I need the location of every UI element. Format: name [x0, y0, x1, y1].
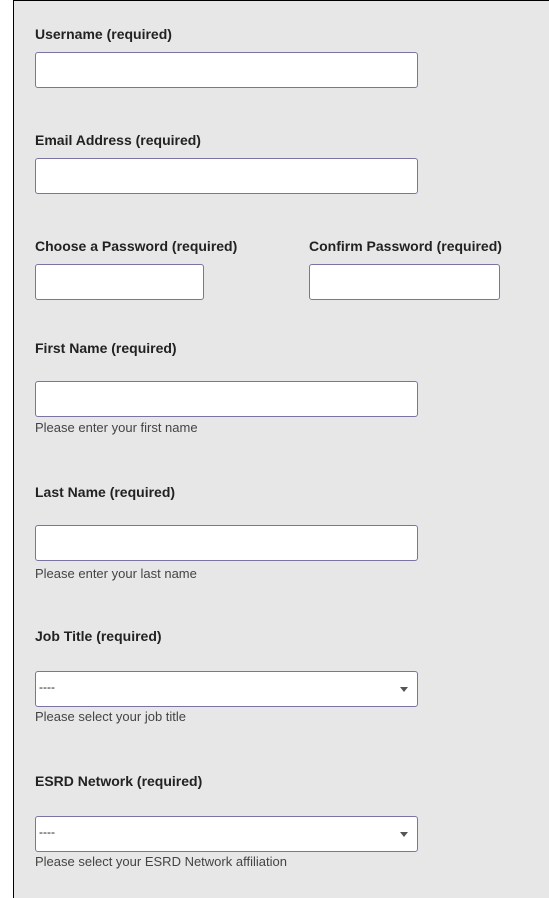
first-name-label: First Name (required)	[35, 340, 177, 356]
esrd-network-label: ESRD Network (required)	[35, 773, 203, 789]
password-field[interactable]	[35, 264, 204, 300]
last-name-help-text: Please enter your last name	[35, 566, 197, 581]
confirm-password-field[interactable]	[309, 264, 500, 300]
confirm-password-label: Confirm Password (required)	[309, 238, 502, 254]
email-field[interactable]	[35, 158, 418, 194]
username-field[interactable]	[35, 52, 418, 88]
job-title-selected-value: ----	[39, 680, 55, 694]
last-name-field[interactable]	[35, 525, 418, 561]
job-title-help-text: Please select your job title	[35, 709, 187, 724]
job-title-label: Job Title (required)	[35, 628, 162, 644]
password-label: Choose a Password (required)	[35, 238, 238, 254]
esrd-network-selected-value: ----	[39, 825, 55, 839]
esrd-network-select[interactable]: ----	[35, 816, 418, 852]
esrd-network-help-text: Please select your ESRD Network affiliat…	[35, 854, 287, 869]
last-name-label: Last Name (required)	[35, 484, 176, 500]
job-title-select[interactable]: ----	[35, 671, 418, 707]
chevron-down-icon	[400, 832, 408, 837]
registration-form: Username (required) Email Address (requi…	[13, 0, 549, 898]
username-label: Username (required)	[35, 26, 172, 42]
first-name-help-text: Please enter your first name	[35, 420, 198, 435]
chevron-down-icon	[400, 687, 408, 692]
email-label: Email Address (required)	[35, 132, 201, 148]
first-name-field[interactable]	[35, 381, 418, 417]
